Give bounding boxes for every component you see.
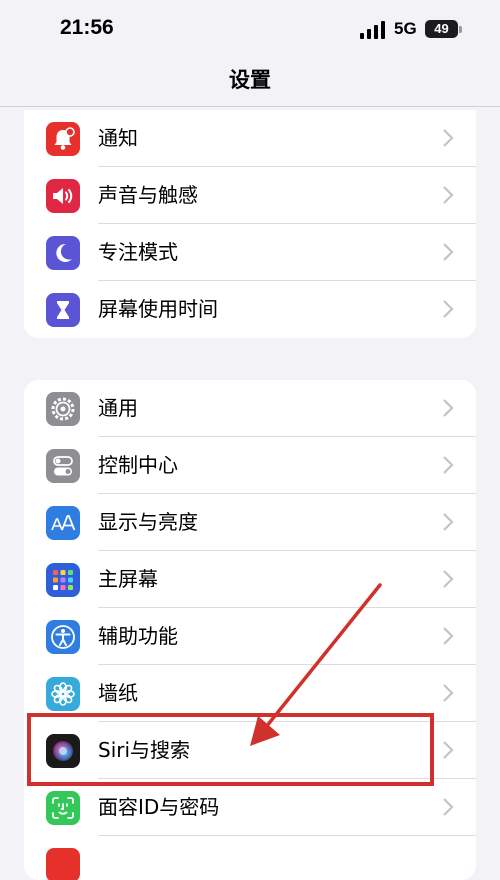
settings-row-label: 辅助功能 [98,624,178,648]
toggles-icon [46,449,80,483]
chevron-right-icon [443,741,454,759]
settings-row-label: 显示与亮度 [98,510,198,534]
settings-row-display[interactable]: 显示与亮度 [24,494,476,551]
chevron-right-icon [443,300,454,318]
settings-group-2: 通用 控制中心 显示与亮度 主屏幕 辅助功能 墙纸 Siri与搜索 面容ID与密… [24,380,476,880]
flower-icon [46,677,80,711]
settings-group-1: 通知 声音与触感 专注模式 屏幕使用时间 [24,110,476,338]
chevron-right-icon [443,684,454,702]
settings-row-label: 通知 [98,126,138,150]
settings-row-label: 控制中心 [98,453,178,477]
settings-row-focus[interactable]: 专注模式 [24,224,476,281]
gear-icon [46,392,80,426]
app-grid-icon [46,563,80,597]
network-type: 5G [394,19,417,38]
chevron-right-icon [443,570,454,588]
text-size-icon [46,506,80,540]
signal-icon [360,21,386,39]
settings-row-face-id[interactable]: 面容ID与密码 [24,779,476,836]
chevron-right-icon [443,627,454,645]
bell-icon [46,122,80,156]
hourglass-icon [46,293,80,327]
chevron-right-icon [443,243,454,261]
settings-row-label: 通用 [98,396,138,420]
battery-icon: 49 [425,20,458,38]
face-id-icon [46,791,80,825]
settings-row-label: 屏幕使用时间 [98,297,218,321]
settings-row-label: 声音与触感 [98,183,198,207]
page-title: 设置 [229,68,271,92]
settings-row-home-screen[interactable]: 主屏幕 [24,551,476,608]
highlight-box [27,713,434,786]
settings-row-accessibility[interactable]: 辅助功能 [24,608,476,665]
chevron-right-icon [443,399,454,417]
moon-icon [46,236,80,270]
settings-row-screen-time[interactable]: 屏幕使用时间 [24,281,476,338]
chevron-right-icon [443,186,454,204]
battery-cap [459,26,462,33]
chevron-right-icon [443,798,454,816]
settings-row-next-partial[interactable] [24,836,476,880]
settings-row-label: 墙纸 [98,681,138,705]
settings-row-label: 专注模式 [98,240,178,264]
chevron-right-icon [443,456,454,474]
speaker-icon [46,179,80,213]
settings-row-sounds[interactable]: 声音与触感 [24,167,476,224]
settings-row-label: 面容ID与密码 [98,795,220,819]
sos-icon [46,848,80,880]
status-bar: 21:56 5G 49 [0,0,500,60]
status-time: 21:56 [60,16,114,39]
settings-row-label: 主屏幕 [98,567,158,591]
settings-row-notifications[interactable]: 通知 [24,110,476,167]
nav-divider [0,106,500,107]
settings-row-control-center[interactable]: 控制中心 [24,437,476,494]
accessibility-icon [46,620,80,654]
settings-row-general[interactable]: 通用 [24,380,476,437]
chevron-right-icon [443,513,454,531]
chevron-right-icon [443,129,454,147]
